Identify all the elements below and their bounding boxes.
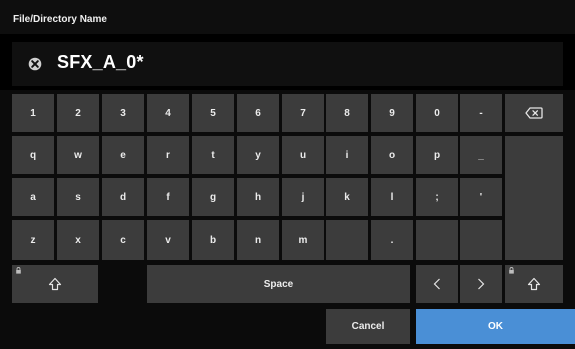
ok-button[interactable]: OK: [416, 309, 575, 344]
key-p[interactable]: p: [416, 136, 458, 174]
key-l[interactable]: l: [371, 178, 413, 216]
key-o[interactable]: o: [371, 136, 413, 174]
lock-icon: [509, 267, 514, 274]
key-blank: [326, 220, 368, 260]
key-j[interactable]: j: [282, 178, 324, 216]
key-8[interactable]: 8: [326, 94, 368, 132]
key-apostrophe[interactable]: ': [460, 178, 502, 216]
key-1[interactable]: 1: [12, 94, 54, 132]
key-x[interactable]: x: [57, 220, 99, 260]
backspace-button[interactable]: [505, 94, 563, 132]
key-blank: [460, 220, 502, 260]
key-semicolon[interactable]: ;: [416, 178, 458, 216]
key-h[interactable]: h: [237, 178, 279, 216]
key-9[interactable]: 9: [371, 94, 413, 132]
dialog-title: File/Directory Name: [13, 14, 107, 25]
key-blank-right: [505, 136, 563, 260]
key-z[interactable]: z: [12, 220, 54, 260]
shift-icon: [527, 277, 541, 291]
key-m[interactable]: m: [282, 220, 324, 260]
cursor-left-button[interactable]: [416, 265, 458, 303]
key-d[interactable]: d: [102, 178, 144, 216]
key-w[interactable]: w: [57, 136, 99, 174]
key-u[interactable]: u: [282, 136, 324, 174]
shift-right-button[interactable]: [505, 265, 563, 303]
key-hyphen[interactable]: -: [460, 94, 502, 132]
arrow-left-icon: [433, 278, 440, 290]
key-r[interactable]: r: [147, 136, 189, 174]
key-n[interactable]: n: [237, 220, 279, 260]
key-5[interactable]: 5: [192, 94, 234, 132]
key-0[interactable]: 0: [416, 94, 458, 132]
space-button[interactable]: Space: [147, 265, 410, 303]
key-f[interactable]: f: [147, 178, 189, 216]
key-blank: [416, 220, 458, 260]
key-s[interactable]: s: [57, 178, 99, 216]
key-4[interactable]: 4: [147, 94, 189, 132]
key-2[interactable]: 2: [57, 94, 99, 132]
key-7[interactable]: 7: [282, 94, 324, 132]
key-g[interactable]: g: [192, 178, 234, 216]
key-i[interactable]: i: [326, 136, 368, 174]
backspace-icon: [525, 107, 543, 119]
key-period[interactable]: .: [371, 220, 413, 260]
key-underscore[interactable]: _: [460, 136, 502, 174]
lock-icon: [16, 267, 21, 274]
key-k[interactable]: k: [326, 178, 368, 216]
name-value: SFX_A_0*: [57, 52, 144, 72]
arrow-right-icon: [478, 278, 485, 290]
key-e[interactable]: e: [102, 136, 144, 174]
key-c[interactable]: c: [102, 220, 144, 260]
key-y[interactable]: y: [237, 136, 279, 174]
shift-icon: [48, 277, 62, 291]
key-6[interactable]: 6: [237, 94, 279, 132]
key-3[interactable]: 3: [102, 94, 144, 132]
shift-left-button[interactable]: [12, 265, 98, 303]
clear-icon[interactable]: [28, 57, 42, 71]
key-b[interactable]: b: [192, 220, 234, 260]
key-a[interactable]: a: [12, 178, 54, 216]
cursor-right-button[interactable]: [460, 265, 502, 303]
key-v[interactable]: v: [147, 220, 189, 260]
key-q[interactable]: q: [12, 136, 54, 174]
cancel-button[interactable]: Cancel: [326, 309, 410, 344]
key-t[interactable]: t: [192, 136, 234, 174]
